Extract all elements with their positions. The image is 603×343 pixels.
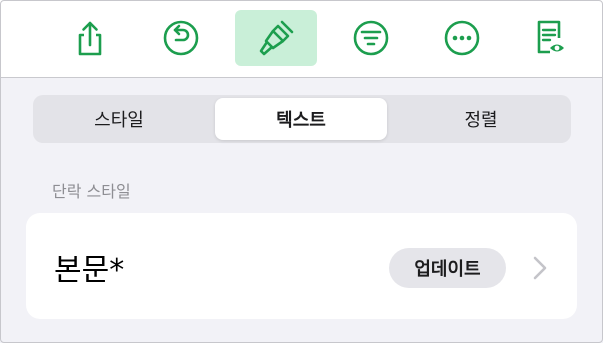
tab-arrange[interactable]: 정렬 (395, 98, 567, 140)
current-style-name: 본문* (54, 253, 125, 288)
update-button[interactable]: 업데이트 (389, 248, 506, 288)
share-button[interactable] (49, 10, 131, 66)
paragraph-style-row[interactable]: 본문* 업데이트 (26, 213, 577, 319)
organize-button[interactable] (330, 10, 412, 66)
format-button[interactable] (235, 10, 317, 66)
more-button[interactable] (421, 10, 503, 66)
toolbar (0, 0, 603, 78)
share-icon (78, 21, 102, 56)
undo-icon (163, 20, 199, 56)
paintbrush-icon (259, 20, 294, 56)
undo-button[interactable] (140, 10, 222, 66)
tab-text[interactable]: 텍스트 (215, 98, 387, 140)
section-label: 단락 스타일 (52, 182, 131, 201)
reading-view-button[interactable] (509, 10, 591, 66)
filter-list-icon (353, 20, 389, 56)
format-tabs: 스타일 텍스트 정렬 (33, 95, 571, 143)
tab-style[interactable]: 스타일 (33, 98, 205, 140)
more-icon (444, 20, 480, 56)
document-view-icon (537, 20, 564, 54)
chevron-right-icon (533, 256, 547, 280)
